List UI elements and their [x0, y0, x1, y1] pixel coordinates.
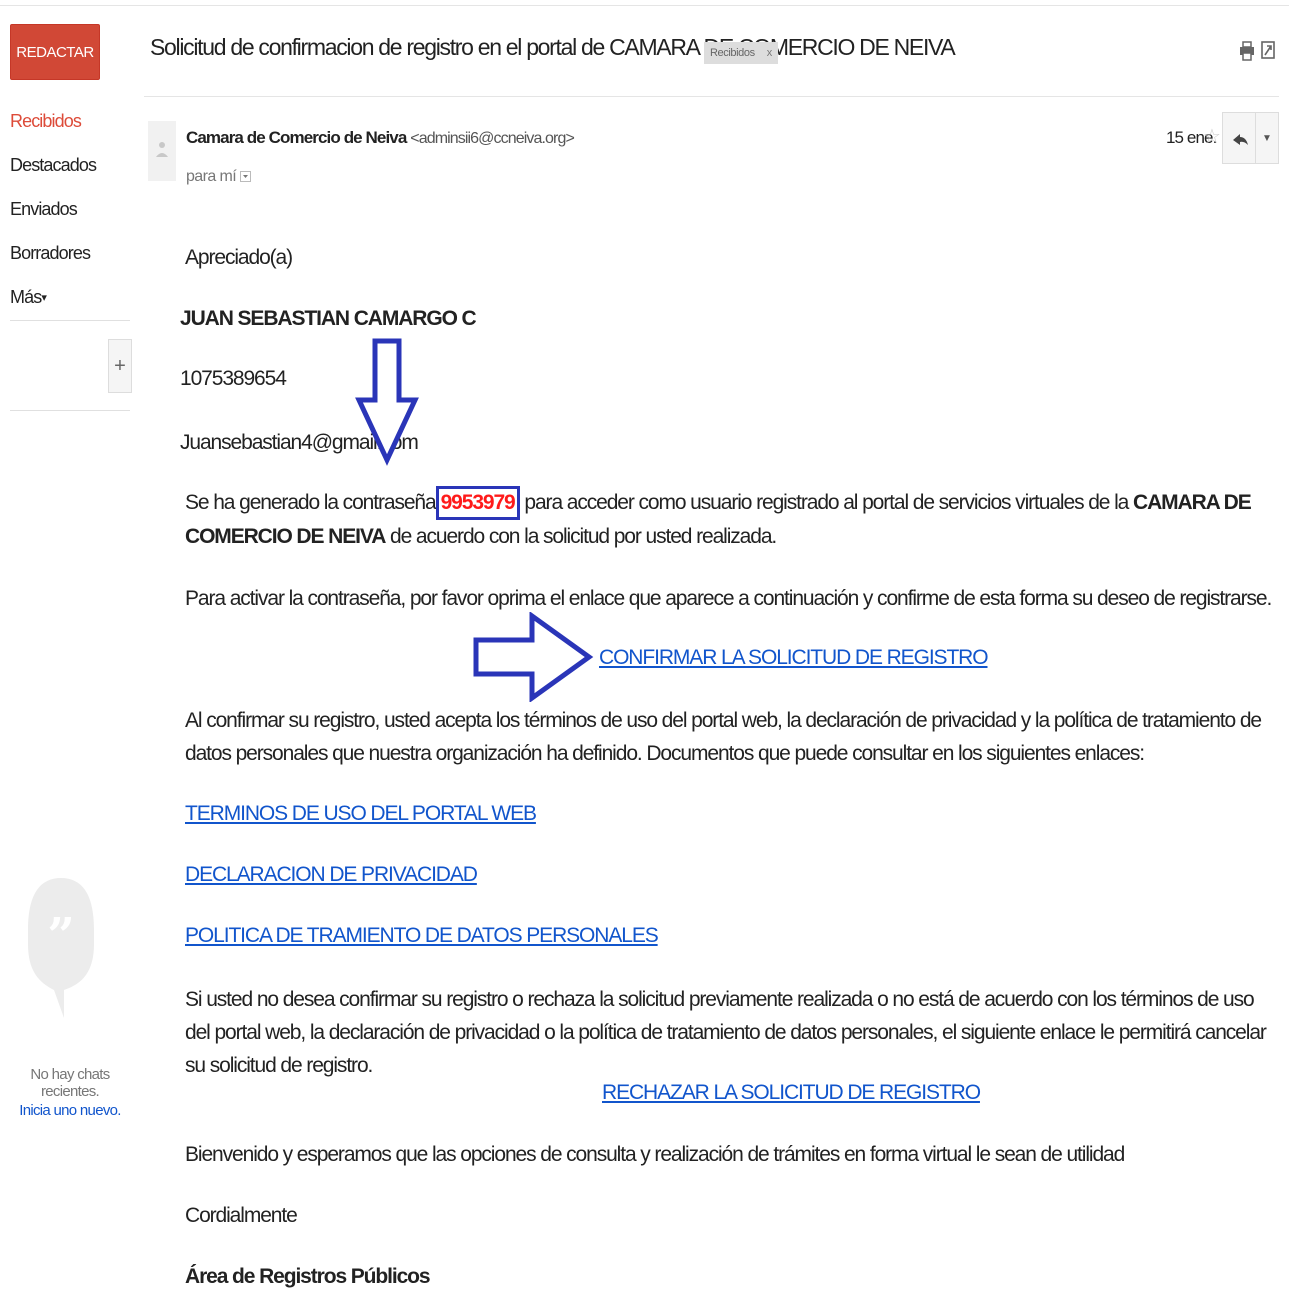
recipient: para mí [186, 168, 252, 186]
sidebar-item-starred[interactable]: Destacados [10, 152, 130, 196]
welcome-text: Bienvenido y esperamos que las opciones … [185, 1143, 1125, 1166]
arrow-right-annotation [473, 612, 594, 702]
password-highlight-box: 9953979 [435, 486, 520, 520]
sidebar-item-sent[interactable]: Enviados [10, 196, 130, 240]
sender: Camara de Comercio de Neiva <adminsii6@c… [186, 128, 575, 148]
arrow-down-annotation [355, 338, 419, 466]
confirm-registration-link[interactable]: CONFIRMAR LA SOLICITUD DE REGISTRO [599, 643, 989, 673]
activation-instructions: Para activar la contraseña, por favor op… [185, 587, 1272, 610]
terms-paragraph: Al confirmar su registro, usted acepta l… [185, 709, 1262, 765]
p1-text-c: de acuerdo con la solicitud por usted re… [390, 525, 777, 548]
recipient-name: JUAN SEBASTIAN CAMARGO C [180, 307, 477, 330]
start-new-chat-link[interactable]: Inicia uno nuevo. [0, 1102, 140, 1119]
sender-email: <adminsii6@ccneiva.org> [410, 130, 575, 147]
email-subject: Solicitud de confirmacion de registro en… [150, 34, 956, 60]
p1-text-a: Se ha generado la contraseña [185, 491, 437, 514]
svg-text:”: ” [47, 908, 75, 964]
reject-paragraph: Si usted no desea confirmar su registro … [185, 988, 1267, 1077]
top-divider [0, 5, 1289, 6]
sidebar-divider [10, 410, 130, 411]
header-actions [1240, 41, 1275, 61]
terms-of-use-link[interactable]: TERMINOS DE USO DEL PORTAL WEB [185, 799, 537, 829]
reply-icon [1233, 134, 1248, 145]
data-policy-link[interactable]: POLITICA DE TRAMIENTO DE DATOS PERSONALE… [185, 921, 659, 951]
password-value: 9953979 [440, 491, 516, 514]
caret-down-icon: ▾ [41, 292, 46, 304]
sender-avatar [148, 121, 176, 181]
p1-text-b: para acceder como usuario registrado al … [524, 491, 1129, 514]
signature: Área de Registros Públicos [185, 1265, 431, 1288]
more-actions-button[interactable]: ▼ [1255, 112, 1279, 164]
recipient-id: 1075389654 [180, 367, 287, 390]
closing-text: Cordialmente [185, 1204, 298, 1227]
star-icon[interactable]: ☆ [1203, 124, 1221, 149]
sidebar-item-more[interactable]: Más▾ [10, 284, 130, 328]
sidebar-divider [10, 320, 130, 321]
inbox-label-chip[interactable]: Recibidos x [704, 42, 778, 64]
label-chip-text: Recibidos [710, 47, 755, 59]
compose-button[interactable]: REDACTAR [10, 24, 100, 80]
sidebar-item-more-label: Más [10, 287, 42, 307]
print-icon[interactable] [1240, 41, 1254, 61]
privacy-declaration-link[interactable]: DECLARACION DE PRIVACIDAD [185, 860, 478, 890]
password-paragraph: Se ha generado la contraseña 9953979 para… [185, 486, 1270, 553]
reject-registration-link[interactable]: RECHAZAR LA SOLICITUD DE REGISTRO [602, 1078, 981, 1108]
new-window-icon[interactable] [1261, 41, 1275, 59]
sidebar-item-drafts[interactable]: Borradores [10, 240, 130, 284]
new-hangout-button[interactable]: + [108, 339, 132, 393]
sender-name[interactable]: Camara de Comercio de Neiva [186, 128, 407, 147]
chevron-down-icon: ▼ [1262, 132, 1272, 144]
chat-bubble-icon: ” [28, 878, 94, 1018]
remove-label-icon[interactable]: x [767, 47, 773, 59]
recipient-label: para mí [186, 168, 237, 185]
subject-divider [144, 96, 1279, 97]
no-recent-chats-text: No hay chats recientes. [30, 1066, 110, 1100]
details-dropdown-icon[interactable] [240, 171, 252, 182]
sidebar-item-inbox[interactable]: Recibidos [10, 108, 130, 152]
greeting: Apreciado(a) [185, 246, 293, 269]
sidebar-nav: Recibidos Destacados Enviados Borradores… [10, 108, 130, 328]
reply-button[interactable] [1222, 112, 1256, 164]
